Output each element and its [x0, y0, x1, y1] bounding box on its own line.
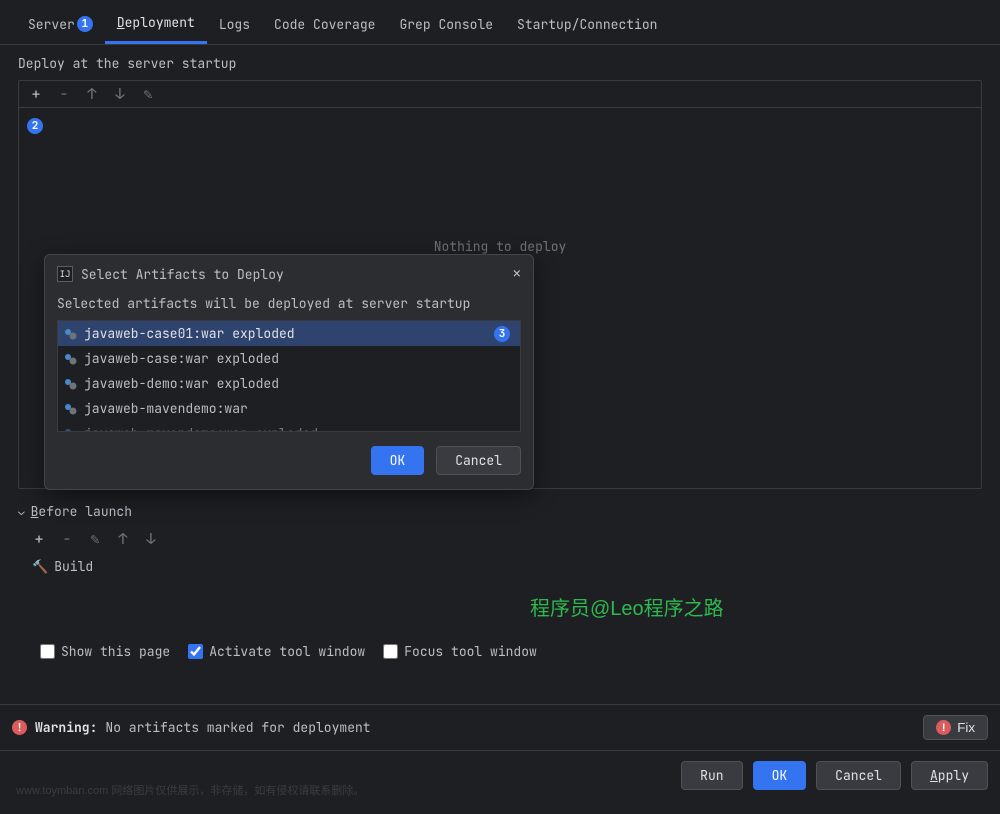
- list-item[interactable]: javaweb-mavendemo:war exploded: [58, 421, 520, 432]
- add-icon[interactable]: +: [32, 532, 46, 546]
- options-row: Show this page Activate tool window Focu…: [0, 623, 1000, 680]
- dialog-subtitle: Selected artifacts will be deployed at s…: [45, 289, 533, 320]
- fix-button[interactable]: ! Fix: [923, 715, 988, 740]
- hammer-icon: 🔨: [32, 558, 48, 575]
- tab-server[interactable]: Server1: [16, 8, 105, 44]
- edit-icon[interactable]: ✎: [88, 532, 102, 546]
- select-artifacts-dialog: IJ Select Artifacts to Deploy ✕ Selected…: [44, 254, 534, 490]
- disclaimer-text: www.toymban.com 网络图片仅供展示，非存储，如有侵权请联系删除。: [16, 782, 364, 798]
- show-this-page-checkbox[interactable]: Show this page: [40, 643, 170, 660]
- list-item[interactable]: javaweb-demo:war exploded: [58, 371, 520, 396]
- deploy-toolbar: + − ↑ ↓ ✎: [19, 81, 981, 108]
- dialog-ok-button[interactable]: OK: [371, 446, 425, 475]
- artifact-icon: [64, 377, 78, 391]
- artifact-icon: [64, 327, 78, 341]
- deploy-section-title: Deploy at the server startup: [0, 45, 1000, 80]
- before-launch-toggle[interactable]: ⌄ Before launch: [0, 489, 1000, 526]
- up-icon[interactable]: ↑: [85, 87, 99, 101]
- add-icon[interactable]: +: [29, 87, 43, 101]
- tab-logs[interactable]: Logs: [207, 8, 262, 44]
- artifact-icon: [64, 402, 78, 416]
- artifact-icon: [64, 352, 78, 366]
- marker-3: 3: [494, 326, 510, 342]
- up-icon[interactable]: ↑: [116, 532, 130, 546]
- remove-icon[interactable]: −: [60, 532, 74, 546]
- build-label: Build: [54, 558, 93, 575]
- run-button[interactable]: Run: [681, 761, 742, 790]
- marker-2: 2: [27, 118, 43, 134]
- down-icon[interactable]: ↓: [144, 532, 158, 546]
- app-icon: IJ: [57, 266, 73, 282]
- warning-bar: ! Warning: No artifacts marked for deplo…: [0, 704, 1000, 751]
- edit-icon[interactable]: ✎: [141, 87, 155, 101]
- tab-deployment[interactable]: Deployment: [105, 8, 207, 44]
- warning-icon: !: [936, 720, 951, 735]
- warning-icon: !: [12, 720, 27, 735]
- down-icon[interactable]: ↓: [113, 87, 127, 101]
- ok-button[interactable]: OK: [753, 761, 807, 790]
- list-item[interactable]: javaweb-case:war exploded: [58, 346, 520, 371]
- artifact-list[interactable]: javaweb-case01:war exploded 3 javaweb-ca…: [57, 320, 521, 432]
- tab-startup-connection[interactable]: Startup/Connection: [505, 8, 669, 44]
- before-launch-label: Before launch: [31, 503, 132, 520]
- activate-tool-window-checkbox[interactable]: Activate tool window: [188, 643, 365, 660]
- marker-1: 1: [77, 16, 93, 32]
- dialog-title: Select Artifacts to Deploy: [81, 266, 284, 283]
- before-launch-panel: + − ✎ ↑ ↓ 🔨 Build: [18, 526, 982, 581]
- tab-grep-console[interactable]: Grep Console: [387, 8, 505, 44]
- list-item[interactable]: javaweb-case01:war exploded 3: [58, 321, 520, 346]
- apply-button[interactable]: Apply: [911, 761, 988, 790]
- focus-tool-window-checkbox[interactable]: Focus tool window: [383, 643, 537, 660]
- chevron-down-icon: ⌄: [18, 505, 25, 519]
- tab-bar: Server1 Deployment Logs Code Coverage Gr…: [0, 0, 1000, 45]
- close-icon[interactable]: ✕: [513, 265, 521, 283]
- before-launch-toolbar: + − ✎ ↑ ↓: [18, 526, 982, 552]
- tab-code-coverage[interactable]: Code Coverage: [262, 8, 387, 44]
- deploy-placeholder: Nothing to deploy: [434, 238, 567, 255]
- remove-icon[interactable]: −: [57, 87, 71, 101]
- list-item[interactable]: javaweb-mavendemo:war: [58, 396, 520, 421]
- cancel-button[interactable]: Cancel: [816, 761, 901, 790]
- warning-label: Warning:: [35, 719, 97, 736]
- build-task-item[interactable]: 🔨 Build: [18, 552, 982, 581]
- warning-text: No artifacts marked for deployment: [105, 719, 370, 736]
- dialog-cancel-button[interactable]: Cancel: [436, 446, 521, 475]
- watermark: 程序员@Leo程序之路: [530, 592, 724, 621]
